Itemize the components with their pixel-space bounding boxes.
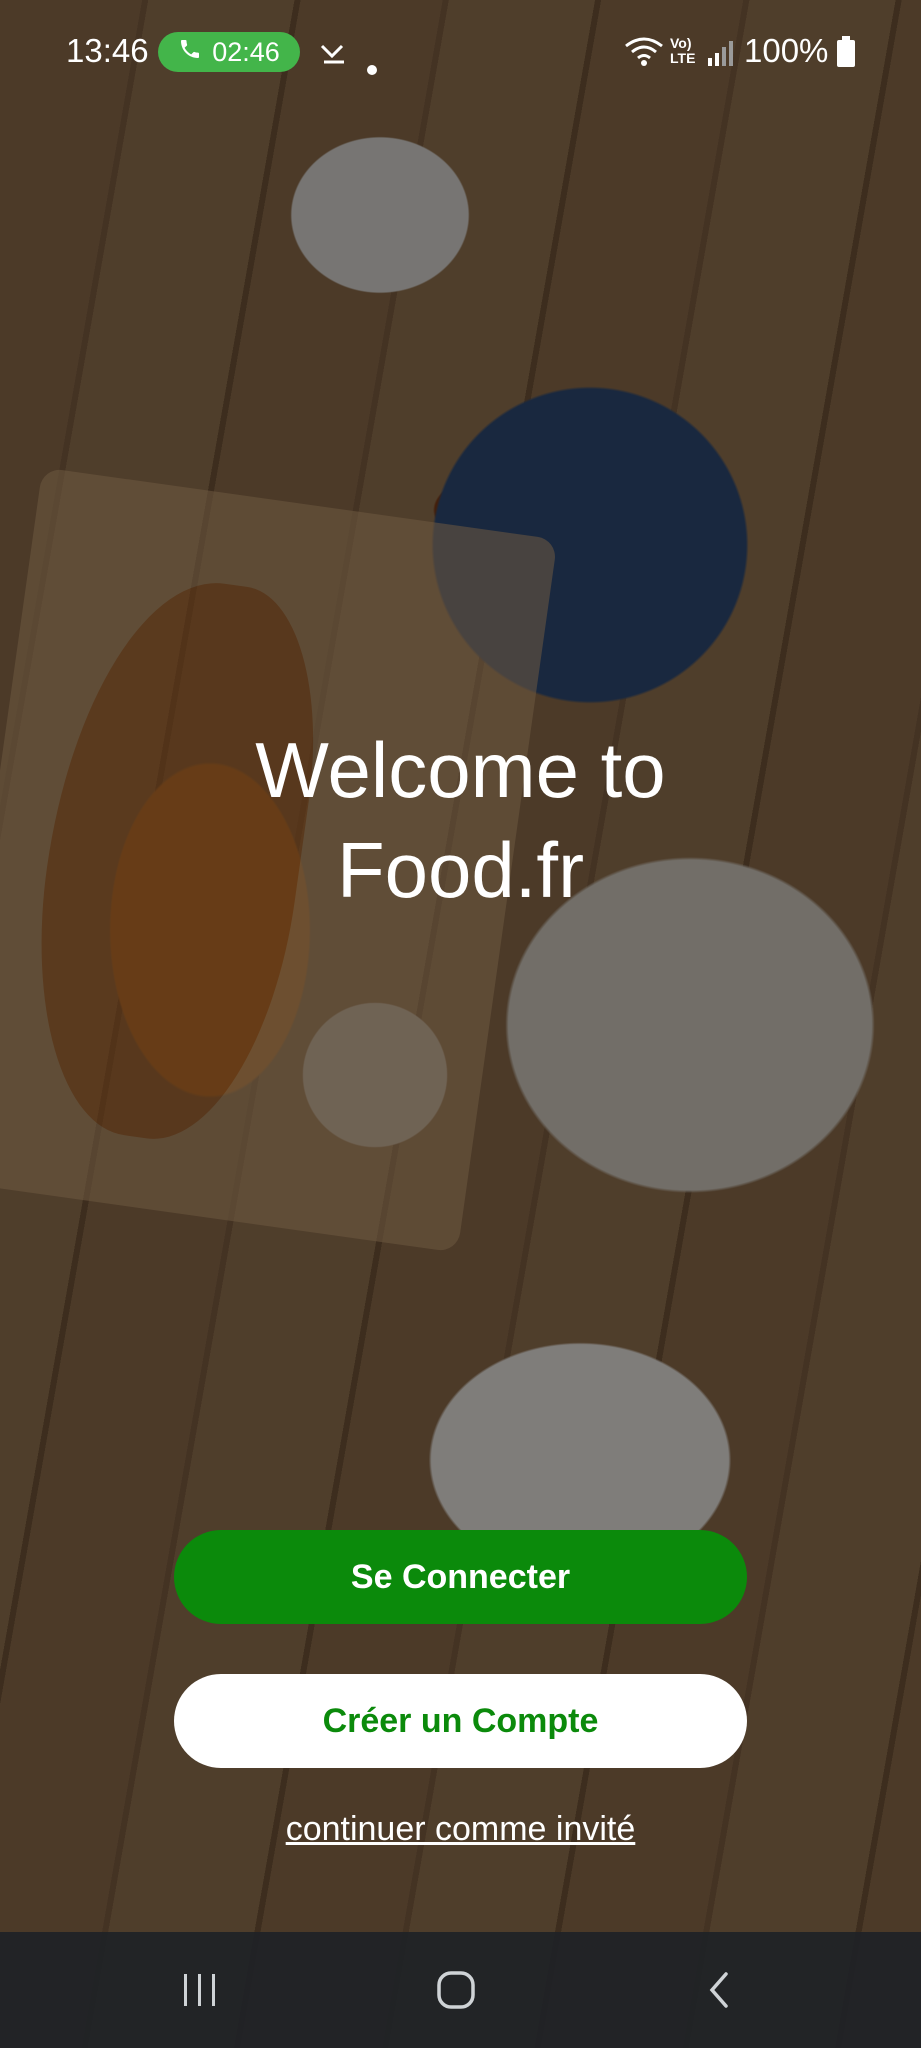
recent-apps-icon[interactable] (180, 1970, 220, 2015)
welcome-line-2: Food.fr (336, 826, 585, 914)
volte-icon: Vo) LTE (670, 35, 696, 66)
status-time: 13:46 (66, 32, 149, 69)
missed-call-icon (318, 38, 348, 76)
signal-icon (706, 38, 736, 76)
welcome-line-1: Welcome to (255, 726, 666, 814)
continue-as-guest-link[interactable]: continuer comme invité (0, 1810, 921, 1849)
status-bar: 13:46 02:46 Vo) LTE 100% (0, 0, 921, 100)
wifi-icon (624, 36, 664, 76)
back-icon[interactable] (700, 1970, 740, 2015)
home-icon[interactable] (436, 1970, 476, 2015)
ongoing-call-pill[interactable]: 02:46 (158, 32, 300, 72)
navigation-bar (0, 1932, 921, 2048)
phone-icon (178, 37, 202, 68)
login-button[interactable]: Se Connecter (174, 1530, 747, 1624)
welcome-title: Welcome to Food.fr (0, 720, 921, 920)
create-account-button[interactable]: Créer un Compte (174, 1674, 747, 1768)
battery-icon (836, 36, 856, 76)
dot-icon (366, 46, 378, 84)
battery-percent: 100% (744, 32, 829, 69)
call-timer: 02:46 (212, 36, 280, 67)
